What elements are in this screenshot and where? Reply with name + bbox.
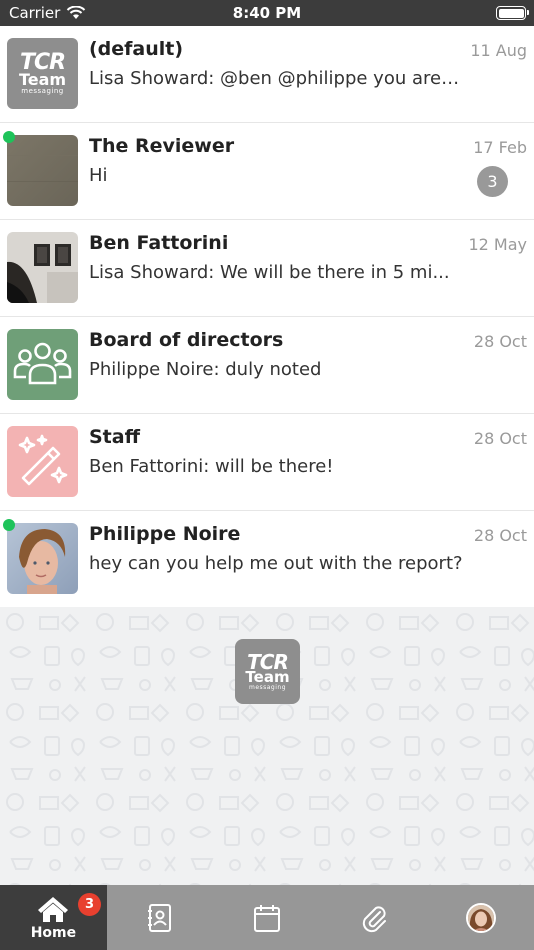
tab-calendar[interactable]: [214, 885, 321, 950]
unread-count-badge: 3: [477, 166, 508, 197]
conversation-row[interactable]: TCR Team messaging (default) Lisa Showar…: [0, 26, 534, 123]
calendar-icon: [253, 904, 280, 932]
clock: 8:40 PM: [232, 4, 302, 22]
conversation-date: 12 May: [468, 235, 527, 254]
paperclip-icon: [362, 905, 386, 932]
avatar: [7, 426, 78, 497]
conversation-row[interactable]: Ben Fattorini Lisa Showard: We will be t…: [0, 220, 534, 317]
conversation-preview: Lisa Showard: We will be there in 5 mi..…: [89, 262, 450, 283]
avatar: [7, 232, 78, 303]
photo-gray-texture: [7, 135, 78, 206]
conversation-date: 28 Oct: [473, 332, 527, 351]
tcr-team-logo: TCR Team messaging: [235, 639, 300, 704]
conversation-preview: hey can you help me out with the report?: [89, 553, 463, 574]
conversation-date: 28 Oct: [473, 429, 527, 448]
conversation-date: 11 Aug: [470, 41, 527, 60]
conversation-preview: Ben Fattorini: will be there!: [89, 456, 334, 477]
avatar: [7, 135, 78, 206]
conversation-preview: Lisa Showard: @ben @philippe you are g..…: [89, 68, 464, 89]
tab-contacts[interactable]: [107, 885, 214, 950]
avatar: [7, 329, 78, 400]
profile-avatar: [465, 902, 496, 933]
battery-icon: [496, 6, 529, 20]
conversation-row[interactable]: The Reviewer Hi 17 Feb 3: [0, 123, 534, 220]
tab-profile[interactable]: [427, 885, 534, 950]
tab-attachments[interactable]: [320, 885, 427, 950]
photo-portrait: [7, 523, 78, 594]
online-indicator: [3, 131, 15, 143]
tcr-team-logo-avatar: TCR Team messaging: [7, 38, 78, 109]
conversation-name: Board of directors: [89, 329, 284, 351]
group-icon: [13, 342, 72, 385]
avatar: [7, 523, 78, 594]
conversation-row[interactable]: Philippe Noire hey can you help me out w…: [0, 511, 534, 608]
status-bar: Carrier 8:40 PM: [0, 0, 534, 26]
magic-wand-icon: [18, 434, 68, 486]
conversation-name: Staff: [89, 426, 140, 448]
conversation-date: 28 Oct: [473, 526, 527, 545]
conversation-name: Philippe Noire: [89, 523, 241, 545]
conversation-name: (default): [89, 38, 184, 60]
conversation-date: 17 Feb: [473, 138, 527, 157]
contacts-icon: [148, 903, 172, 932]
conversation-name: Ben Fattorini: [89, 232, 229, 254]
online-indicator: [3, 519, 15, 531]
tab-bar: Home 3: [0, 885, 534, 950]
conversation-row[interactable]: Staff Ben Fattorini: will be there! 28 O…: [0, 414, 534, 511]
conversation-name: The Reviewer: [89, 135, 235, 157]
chat-background: TCR Team messaging: [0, 607, 534, 885]
conversation-preview: Philippe Noire: duly noted: [89, 359, 322, 380]
home-icon: [38, 896, 69, 922]
photo-frames-on-wall: [7, 232, 78, 303]
conversation-row[interactable]: Board of directors Philippe Noire: duly …: [0, 317, 534, 414]
tab-home[interactable]: Home 3: [0, 885, 107, 950]
conversation-preview: Hi: [89, 165, 108, 186]
tab-home-label: Home: [30, 924, 77, 941]
notification-badge: 3: [78, 893, 101, 916]
conversation-list: TCR Team messaging (default) Lisa Showar…: [0, 26, 534, 608]
